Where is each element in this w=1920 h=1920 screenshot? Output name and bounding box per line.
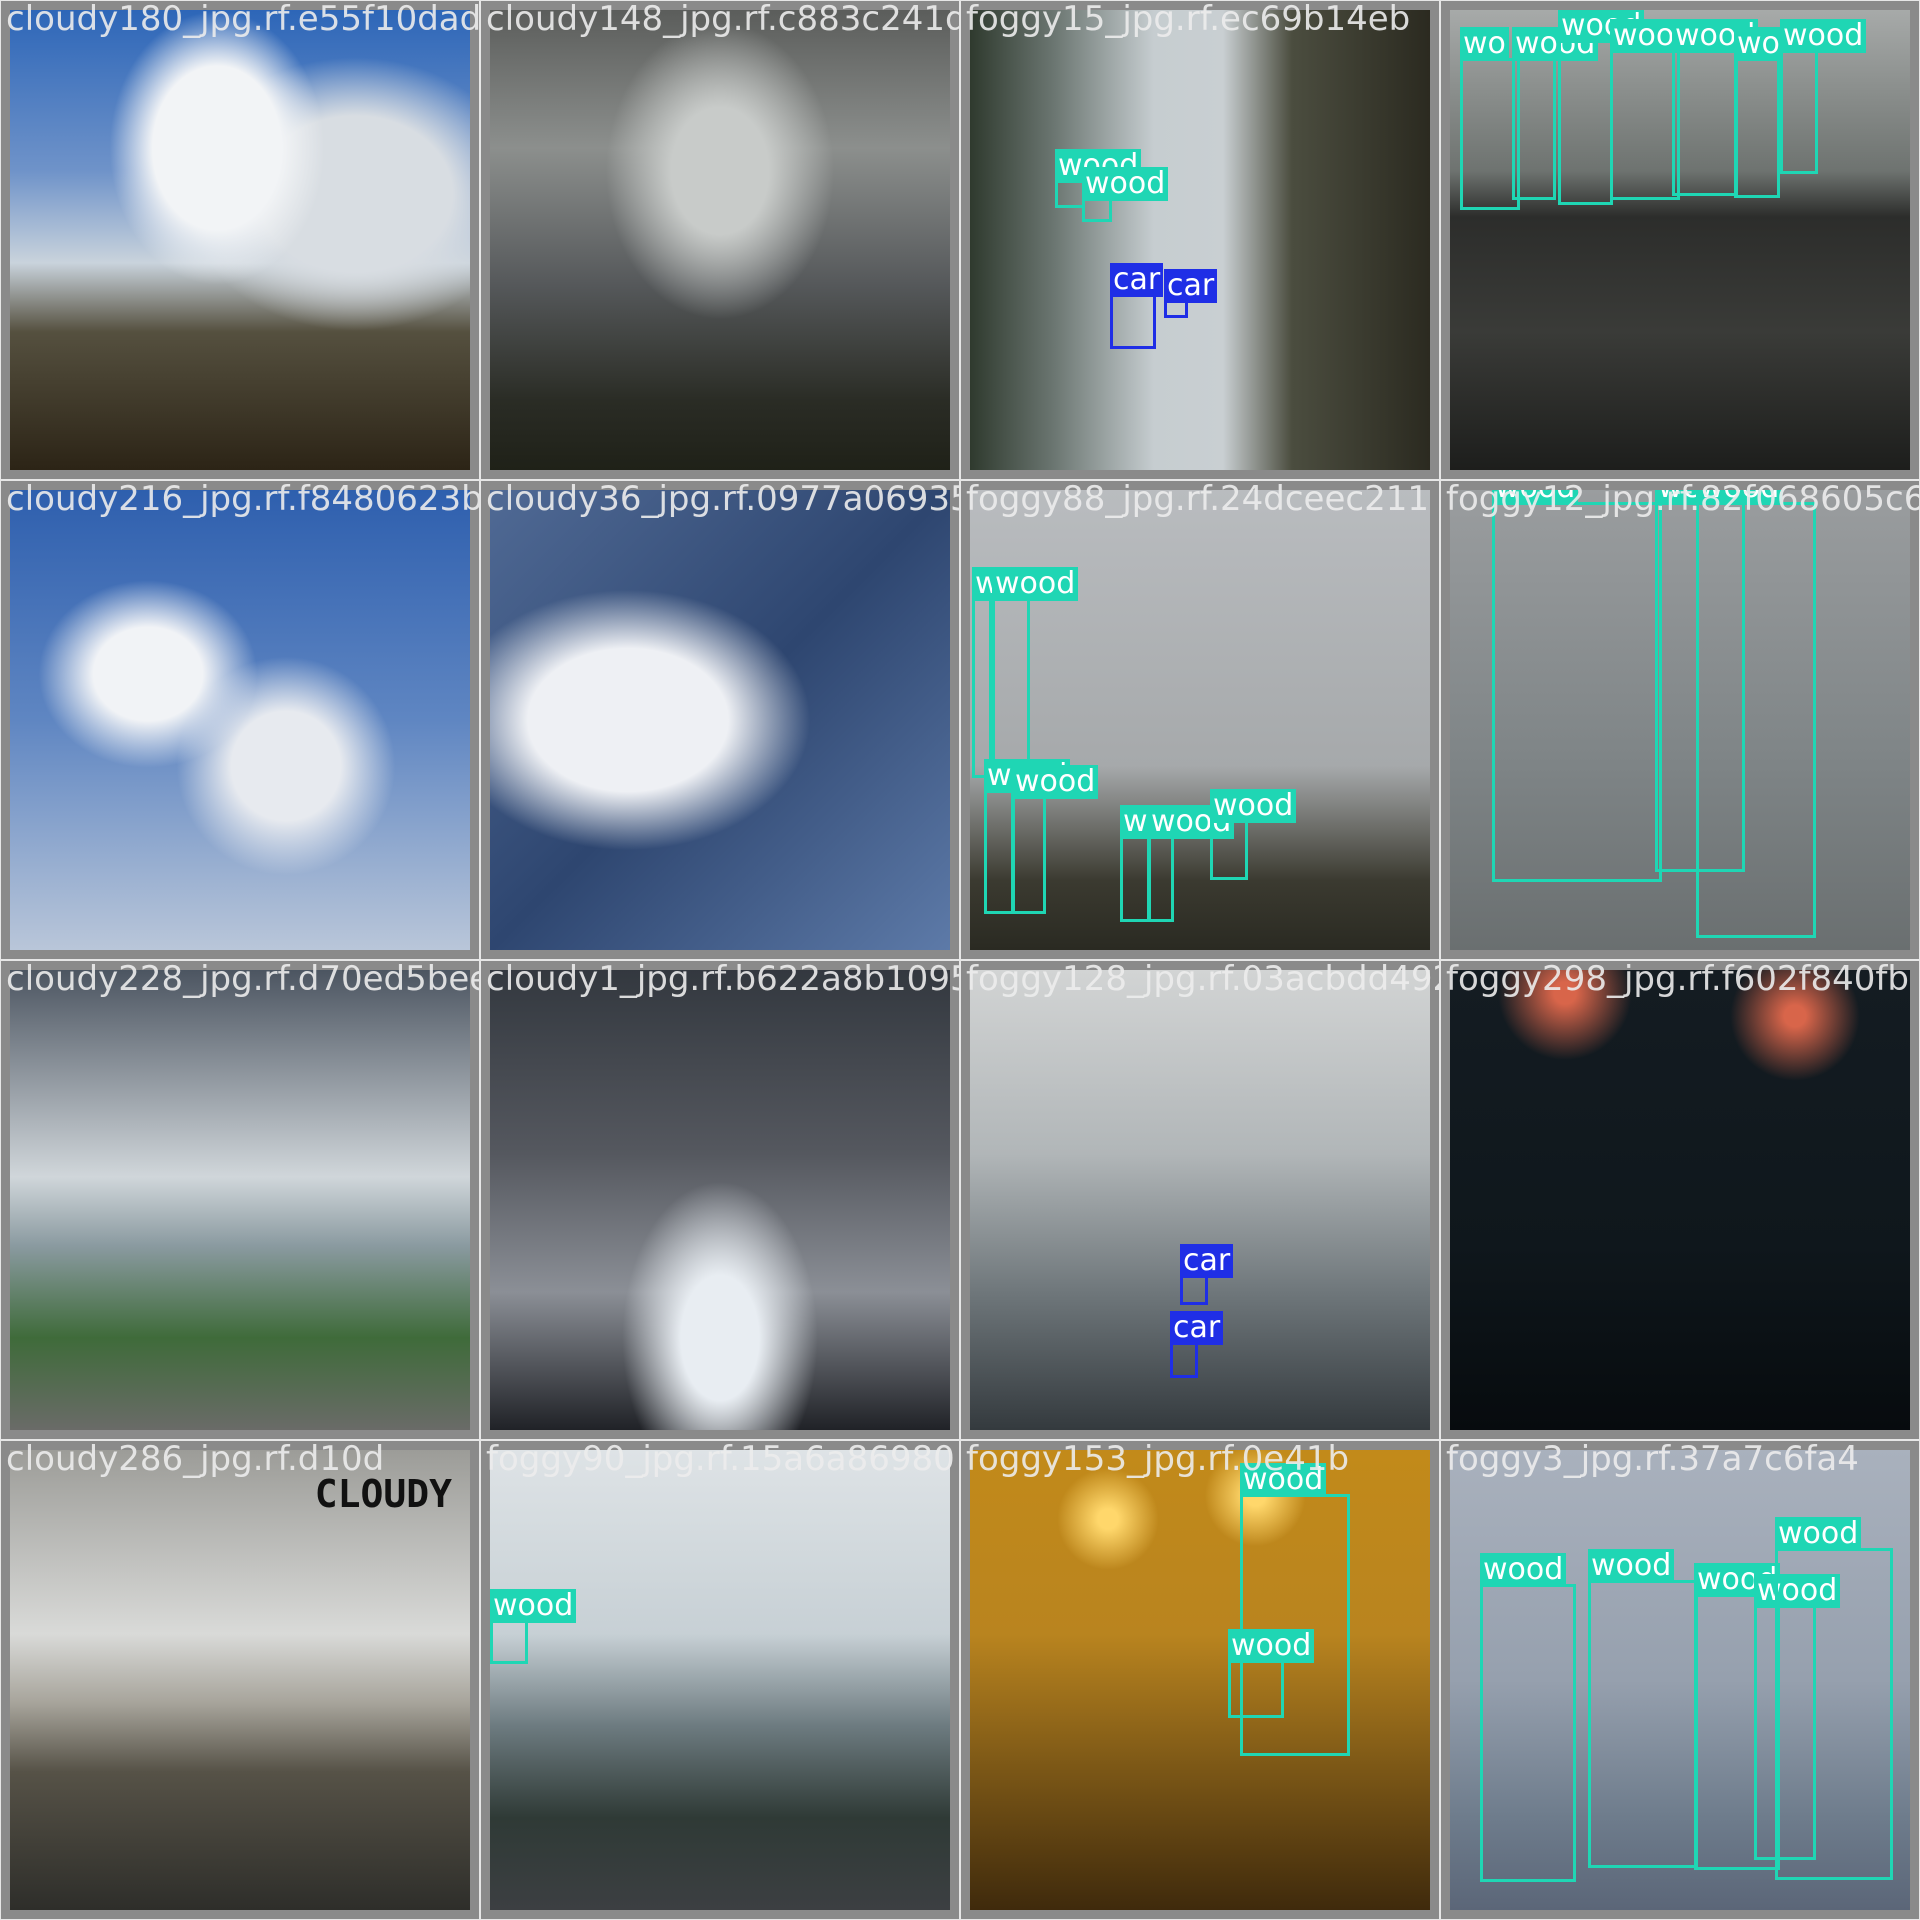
detection-label: wood (992, 567, 1079, 601)
detection-mosaic: cloudy180_jpg.rf.e55f10dad87605a28e2dfaf… (0, 0, 1920, 1920)
detection-box-wood: wo (1734, 27, 1783, 198)
detection-box-car: car (1164, 269, 1218, 318)
detection-box-wood: wood (490, 1589, 577, 1664)
scene-image (1450, 970, 1910, 1430)
image-caption: CLOUDY (314, 1472, 452, 1516)
detection-box-wood: wo (1460, 27, 1520, 210)
detection-box-car: car (1110, 263, 1164, 349)
tile-6: cloudy36_jpg.rf.0977a06935 (480, 480, 960, 960)
tile-8: wood wc wood foggy12_jpg.rf.82f068605c6 (1440, 480, 1920, 960)
detection-box-wood: wood (1492, 490, 1662, 882)
detection-box-wood: wood (1775, 1517, 1893, 1880)
detection-label: w (1120, 805, 1151, 839)
detection-box-wood: wood (1228, 1629, 1315, 1718)
detection-box-wood: w (1120, 805, 1151, 922)
detection-label: wood (1210, 789, 1297, 823)
detection-box-wood: wood (1780, 19, 1867, 174)
detection-label: wood (1588, 1549, 1675, 1583)
tile-11: car car foggy128_jpg.rf.03acbdd492 (960, 960, 1440, 1440)
scene-image: wood wood wood wood w wood wood (970, 490, 1430, 950)
detection-box-wood: wood (984, 759, 1071, 914)
detection-label: car (1170, 1311, 1224, 1345)
detection-box-wood: wood (1696, 490, 1816, 938)
detection-label: wood (1012, 765, 1099, 799)
detection-box-wood: wood (1210, 789, 1297, 880)
scene-image: wood (490, 1450, 950, 1910)
scene-image: car car (970, 970, 1430, 1430)
tile-10: cloudy1_jpg.rf.b622a8b10959 (480, 960, 960, 1440)
tile-13: CLOUDY cloudy286_jpg.rf.d10d (0, 1440, 480, 1920)
detection-label: wood (1492, 490, 1579, 505)
detection-label: wood (1240, 1463, 1327, 1497)
scene-image (490, 10, 950, 470)
scene-image (10, 490, 470, 950)
tile-7: wood wood wood wood w wood wood foggy88_… (960, 480, 1440, 960)
scene-image (10, 10, 470, 470)
scene-image (490, 970, 950, 1430)
tile-16: wood wood wood wood wood foggy3_jpg.rf.3… (1440, 1440, 1920, 1920)
detection-label: wo (1734, 27, 1783, 61)
detection-box-wood: wood (1148, 805, 1235, 922)
detection-label: wo (1460, 27, 1509, 61)
detection-box-wood: wood (1055, 149, 1142, 208)
scene-image (490, 490, 950, 950)
detection-box-wood: wood (972, 567, 1059, 778)
scene-image: wood wc wood (1450, 490, 1910, 950)
scene-image (10, 970, 470, 1430)
detection-box-wood: wood (1012, 765, 1099, 914)
detection-label: wc (1655, 490, 1703, 505)
tile-14: wood foggy90_jpg.rf.15a6a86980 (480, 1440, 960, 1920)
detection-label: wood (1696, 490, 1783, 505)
tile-15: wood wood foggy153_jpg.rf.0e41b (960, 1440, 1440, 1920)
tile-9: cloudy228_jpg.rf.d70ed5bee (0, 960, 480, 1440)
detection-label: wood (1775, 1517, 1862, 1551)
detection-box-wood: wood (992, 567, 1079, 778)
tile-1: cloudy180_jpg.rf.e55f10dad87605a28e2dfaf… (0, 0, 480, 480)
scene-image: CLOUDY (10, 1450, 470, 1910)
tile-12: foggy298_jpg.rf.f602f840fb (1440, 960, 1920, 1440)
detection-label: wood (1480, 1553, 1567, 1587)
detection-box-wood: wood (1672, 19, 1759, 196)
detection-box-wood: wood (1558, 10, 1645, 205)
detection-label: car (1110, 263, 1164, 297)
detection-box-wood: wood (1588, 1549, 1698, 1868)
detection-box-wood: wood (1480, 1553, 1576, 1882)
detection-box-car: car (1180, 1244, 1234, 1305)
detection-box-wood: wood (1082, 167, 1169, 222)
detection-label: wood (490, 1589, 577, 1623)
tile-2: cloudy148_jpg.rf.c883c241d4044d3e (480, 0, 960, 480)
scene-image: wood wood car car (970, 10, 1430, 470)
detection-label: wood (1780, 19, 1867, 53)
detection-label: car (1180, 1244, 1234, 1278)
tile-5: cloudy216_jpg.rf.f8480623b57946327174fd0… (0, 480, 480, 960)
detection-label: car (1164, 269, 1218, 303)
scene-image: wo wood wood wood wood wo wood (1450, 10, 1910, 470)
tile-3: wood wood car car foggy15_jpg.rf.ec69b14… (960, 0, 1440, 480)
tile-4: wo wood wood wood wood wo wood (1440, 0, 1920, 480)
detection-label: wood (1228, 1629, 1315, 1663)
scene-image: wood wood (970, 1450, 1430, 1910)
detection-box-car: car (1170, 1311, 1224, 1378)
detection-box-wood: wood (1610, 19, 1697, 200)
scene-image: wood wood wood wood wood (1450, 1450, 1910, 1910)
detection-box-wood: wood (1512, 27, 1599, 200)
detection-label: wood (1082, 167, 1169, 201)
